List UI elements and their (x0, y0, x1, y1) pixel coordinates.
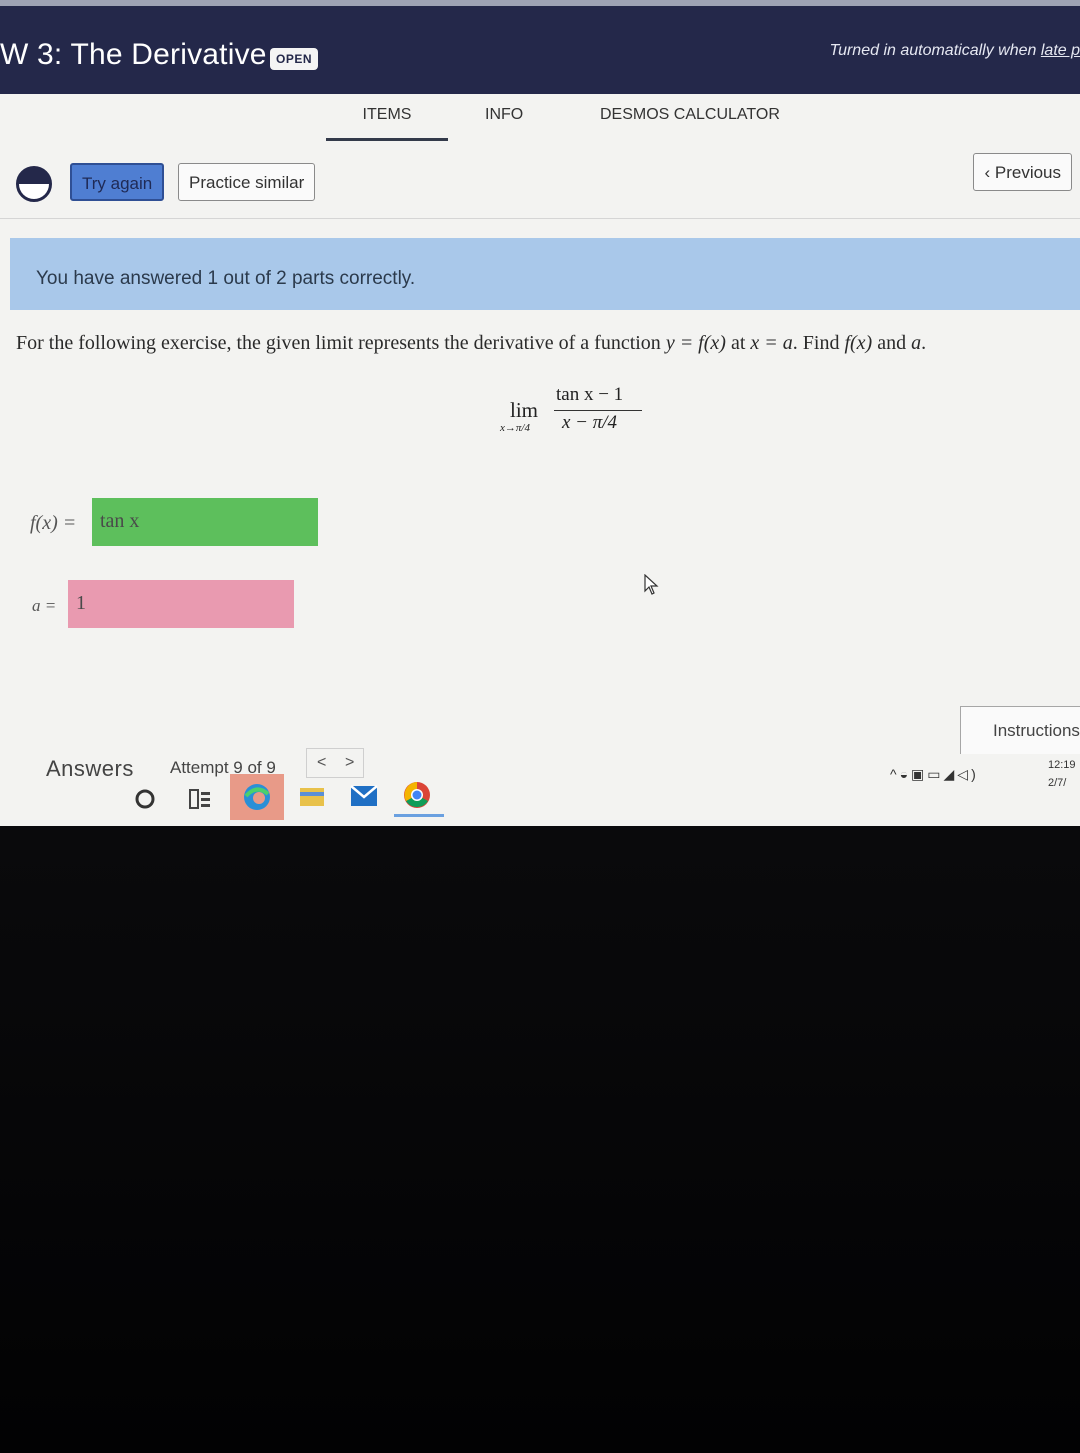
tab-info[interactable]: INFO (485, 106, 523, 138)
tray-icons[interactable]: ^◒▣▭◢◁) (890, 766, 979, 783)
active-app-indicator (394, 814, 444, 817)
tab-items[interactable]: ITEMS (326, 106, 448, 141)
edge-browser-icon[interactable] (242, 782, 272, 812)
browser-screen: W 3: The Derivative OPEN Turned in autom… (0, 0, 1080, 826)
question-text-b: at (725, 332, 751, 354)
fraction-numerator: tan x − 1 (556, 384, 624, 405)
search-circle-icon[interactable] (134, 788, 156, 810)
fraction-bar (554, 410, 642, 411)
a-answer-label: a = (32, 596, 57, 615)
fraction-denominator: x − π/4 (562, 412, 618, 433)
chevron-left-icon[interactable]: < (317, 754, 326, 772)
chevron-up-icon[interactable]: ^ (890, 766, 900, 782)
tray-date: 2/7/ (1048, 777, 1067, 789)
a-answer-value: 1 (76, 592, 86, 614)
turn-in-notice-text: Turned in automatically when (829, 42, 1041, 59)
f-answer-value: tan x (100, 510, 140, 532)
chevron-right-icon[interactable]: > (345, 754, 354, 772)
try-again-button[interactable]: Try again (70, 163, 165, 201)
tray-time: 12:19 (1048, 759, 1076, 771)
question-text-e: . (921, 332, 927, 354)
expr-x-a: x = a (750, 332, 793, 354)
chevron-left-icon: ‹ (984, 163, 995, 182)
score-alert: You have answered 1 out of 2 parts corre… (10, 238, 1080, 310)
f-answer-field[interactable]: tan x (92, 498, 318, 546)
expr-y-fx: y = f(x) (665, 332, 726, 354)
f-answer-label: f(x) = (30, 512, 77, 534)
question-text-a: For the following exercise, the given li… (16, 332, 666, 354)
limit-subscript: x→π/4 (500, 422, 530, 434)
limit-operator: lim (510, 398, 539, 422)
question-text-c: . Find (792, 332, 845, 354)
laptop-keyboard-area (0, 826, 1080, 1453)
turn-in-notice: Turned in automatically when late p (829, 42, 1080, 60)
late-policy-link[interactable]: late p (1041, 42, 1080, 59)
cloud-icon[interactable]: ◒ (900, 766, 911, 782)
previous-button[interactable]: ‹ Previous (973, 153, 1072, 191)
volume-icon[interactable]: ◁) (957, 766, 978, 782)
battery-icon[interactable]: ▭ (927, 766, 943, 782)
progress-pie-icon (16, 166, 52, 202)
instructions-tab[interactable]: Instructions (960, 706, 1080, 754)
system-tray: ^◒▣▭◢◁) 12:19 2/7/ (890, 756, 1080, 796)
question-text-d: and (872, 332, 912, 354)
question-toolbar: Try again Practice similar ‹ Previous (0, 150, 1080, 219)
a-answer-field[interactable]: 1 (68, 580, 294, 628)
tab-desmos-calculator[interactable]: DESMOS CALCULATOR (600, 106, 780, 138)
question-text: For the following exercise, the given li… (16, 332, 1080, 355)
mail-icon[interactable] (350, 784, 378, 808)
previous-label: Previous (994, 163, 1061, 182)
assignment-header: W 3: The Derivative OPEN Turned in autom… (0, 0, 1080, 94)
task-view-icon[interactable] (188, 788, 212, 810)
expr-a: a (911, 332, 922, 354)
mouse-cursor-icon (644, 574, 659, 595)
limit-formula: lim x→π/4 tan x − 1 x − π/4 (500, 380, 660, 440)
wifi-icon[interactable]: ◢ (944, 766, 958, 782)
tray-clock[interactable]: 12:19 2/7/ (1048, 756, 1076, 792)
status-badge: OPEN (270, 48, 319, 70)
tab-bar: ITEMS INFO DESMOS CALCULATOR (0, 94, 1080, 150)
expr-fx: f(x) (844, 332, 873, 354)
chrome-icon[interactable] (402, 780, 432, 810)
security-icon[interactable]: ▣ (911, 766, 927, 782)
file-explorer-icon[interactable] (298, 784, 326, 808)
assignment-title: W 3: The Derivative (0, 38, 267, 71)
practice-similar-button[interactable]: Practice similar (178, 163, 316, 201)
